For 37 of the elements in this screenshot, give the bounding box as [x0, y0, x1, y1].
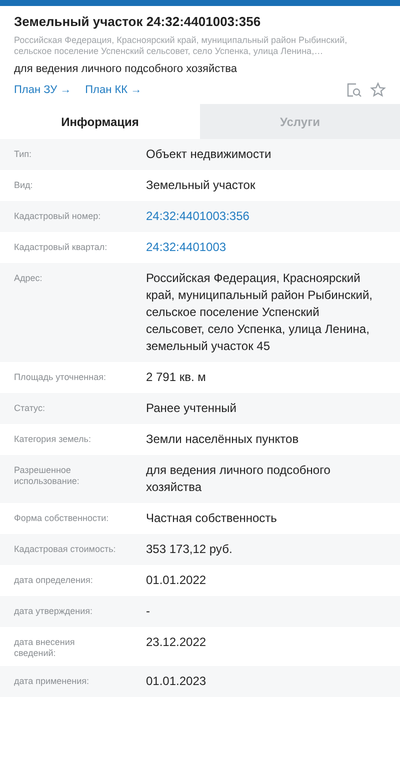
field-value: Объект недвижимости — [146, 146, 272, 163]
field-label: Кадастровый квартал: — [14, 241, 108, 253]
purpose-text: для ведения личного подсобного хозяйства — [14, 63, 238, 75]
field-value: Частная собственность — [146, 510, 278, 527]
field-value: для ведения личного подсобного хозяйства — [146, 462, 332, 496]
field-label: Кадастровый номер: — [14, 210, 102, 222]
field-value: 23.12.2022 — [146, 634, 208, 651]
field-value: 353 173,12 руб. — [146, 541, 234, 558]
field-label: Категория земель: — [14, 433, 92, 445]
field-label: Площадь уточненная: — [14, 371, 107, 383]
field-value: 01.01.2022 — [146, 572, 208, 589]
star-icon[interactable] — [370, 82, 386, 98]
field-label: Кадастровая стоимость: — [14, 543, 117, 555]
field-value: - — [146, 603, 151, 620]
address-summary: Российская Федерация, Красноярский край, муниципальный район Рыбинский, сельское поселение Успенский сельсовет, село Успенка, улица Ленина,… — [14, 35, 348, 57]
field-label: Адрес: — [14, 272, 44, 284]
plan-link[interactable]: План КК → — [85, 84, 142, 96]
field-label: Тип: — [14, 148, 33, 160]
field-label: дата внесения сведений: — [14, 636, 76, 659]
field-value: Российская Федерация, Красноярский край, муниципальный район Рыбинский, сельское поселение Успенский сельсовет, село Успенка, улица Ленина, земельный участок 45 — [146, 270, 374, 355]
field-value: 01.01.2023 — [146, 673, 208, 690]
field-label: Разрешенное использование: — [14, 464, 80, 487]
cadastral-link[interactable]: 24:32:4401003 — [146, 239, 374, 256]
field-label: Вид: — [14, 179, 34, 191]
field-label: Форма собственности: — [14, 512, 110, 524]
field-value: 2 791 кв. м — [146, 369, 207, 386]
parcel-title: Земельный участок 24:32:4401003:356 — [14, 14, 262, 29]
field-value: Ранее учтенный — [146, 400, 238, 417]
field-label: дата применения: — [14, 675, 90, 687]
field-value: Земельный участок — [146, 177, 256, 194]
field-label: дата определения: — [14, 574, 94, 586]
field-label: дата утверждения: — [14, 605, 94, 617]
cadastral-link[interactable]: 24:32:4401003:356 — [146, 208, 374, 225]
field-value: Земли населённых пунктов — [146, 431, 300, 448]
field-label: Статус: — [14, 402, 46, 414]
plan-link[interactable]: План ЗУ → — [14, 84, 72, 96]
search-icon[interactable] — [346, 82, 362, 98]
